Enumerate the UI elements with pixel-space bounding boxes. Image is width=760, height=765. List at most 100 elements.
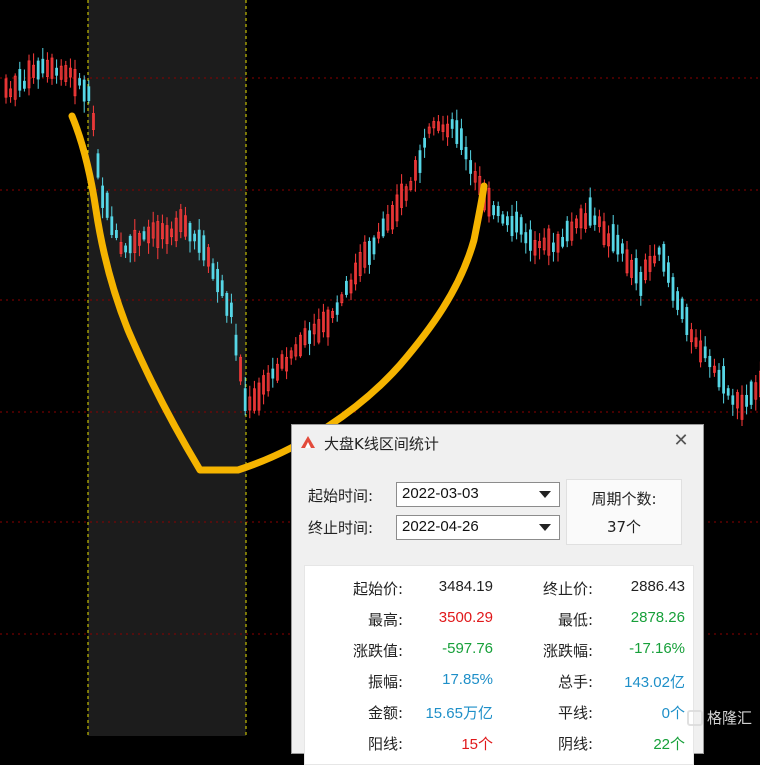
candle [55, 67, 58, 76]
candle [193, 233, 197, 242]
candle [588, 197, 592, 226]
stat-label: 平线: [557, 704, 593, 722]
stats-row: 金额: 15.65万亿 平线: 0个 [305, 702, 693, 732]
candle [115, 230, 118, 238]
candle [676, 291, 679, 310]
start-date-select[interactable]: 2022-03-03 [396, 482, 560, 507]
stat-label: 终止价: [542, 580, 593, 598]
candle [18, 69, 22, 91]
candle [367, 240, 371, 265]
candle [459, 128, 463, 150]
candle [621, 243, 624, 254]
candle [685, 307, 689, 335]
stat-label: 阳线: [367, 735, 403, 753]
candle [450, 119, 454, 129]
candle [188, 222, 192, 242]
stat-value: 2886.43 [630, 578, 685, 595]
candle [671, 277, 675, 301]
candle [418, 150, 422, 173]
candle [229, 302, 233, 318]
candle [722, 366, 725, 394]
chevron-down-icon[interactable] [539, 524, 551, 531]
start-time-label: 起始时间: [308, 487, 374, 505]
candle [101, 185, 104, 208]
candle [745, 394, 748, 407]
stats-row: 起始价: 3484.19 终止价: 2886.43 [305, 578, 693, 608]
candle [510, 215, 514, 237]
app-logo-icon [301, 436, 315, 448]
candle [36, 60, 40, 80]
chevron-down-icon[interactable] [539, 491, 551, 498]
stat-value: 22个 [653, 736, 685, 753]
candle [22, 80, 26, 89]
candle [492, 205, 496, 216]
stat-label: 振幅: [367, 673, 403, 691]
candle [552, 242, 555, 252]
candle [505, 216, 509, 226]
watermark-text: 格隆汇 [706, 709, 752, 727]
candle [703, 346, 707, 359]
close-button[interactable]: ✕ [671, 431, 691, 451]
candle [202, 235, 206, 261]
dialog-title: 大盘K线区间统计 [324, 435, 439, 453]
candle [731, 395, 735, 405]
period-count-box: 周期个数: 37个 [566, 479, 682, 545]
candle [142, 231, 146, 240]
candle [524, 232, 528, 244]
candle [639, 271, 643, 296]
candle [381, 218, 385, 237]
dialog-titlebar[interactable]: 大盘K线区间统计 ✕ [292, 425, 703, 461]
stat-label: 总手: [557, 673, 593, 691]
stat-value: -597.76 [442, 640, 493, 657]
end-date-select[interactable]: 2022-04-26 [396, 515, 560, 540]
interval-stats-dialog: 大盘K线区间统计 ✕ 起始时间: 2022-03-03 终止时间: 2022-0… [291, 424, 704, 765]
stat-label: 最高: [367, 611, 403, 629]
candle [717, 369, 721, 388]
stat-value: 3484.19 [438, 578, 493, 595]
candle [78, 78, 81, 86]
candle [105, 192, 109, 218]
stats-row: 最高: 3500.29 最低: 2878.26 [305, 609, 693, 639]
candle [657, 247, 661, 255]
watermark: 格隆汇 [686, 707, 752, 728]
stat-value: 143.02亿 [624, 674, 685, 691]
candle [565, 220, 569, 242]
candle [515, 211, 518, 233]
candle [667, 262, 670, 283]
candle [87, 86, 91, 102]
stat-label: 涨跌值: [352, 642, 403, 660]
candle [124, 245, 127, 253]
candle [616, 234, 620, 255]
candle [423, 137, 427, 148]
candle [128, 235, 132, 254]
candle [455, 120, 459, 144]
stat-label: 涨跌幅: [542, 642, 593, 660]
candle [469, 160, 473, 174]
stat-value: 17.85% [442, 671, 493, 688]
candle [501, 214, 505, 224]
candle [708, 355, 712, 368]
candle [82, 79, 86, 102]
candle [372, 237, 376, 255]
watermark-logo-icon [686, 709, 703, 726]
candle [464, 146, 468, 160]
candle [308, 330, 312, 344]
candle [662, 243, 666, 272]
candle [271, 368, 275, 379]
period-count-label: 周期个数: [591, 490, 657, 508]
candle [110, 216, 114, 236]
candle [611, 224, 615, 252]
end-time-label: 终止时间: [308, 519, 374, 537]
selected-range-shade [88, 0, 246, 736]
stat-value: 0个 [661, 705, 685, 722]
stat-label: 最低: [557, 611, 593, 629]
candle [216, 268, 220, 293]
stat-value: 15.65万亿 [425, 705, 493, 722]
candle [561, 236, 564, 247]
stat-label: 金额: [367, 704, 403, 722]
stat-label: 阴线: [557, 735, 593, 753]
candle [519, 217, 523, 235]
end-date-value: 2022-04-26 [402, 518, 479, 535]
candle [496, 205, 500, 217]
stat-label: 起始价: [352, 580, 403, 598]
